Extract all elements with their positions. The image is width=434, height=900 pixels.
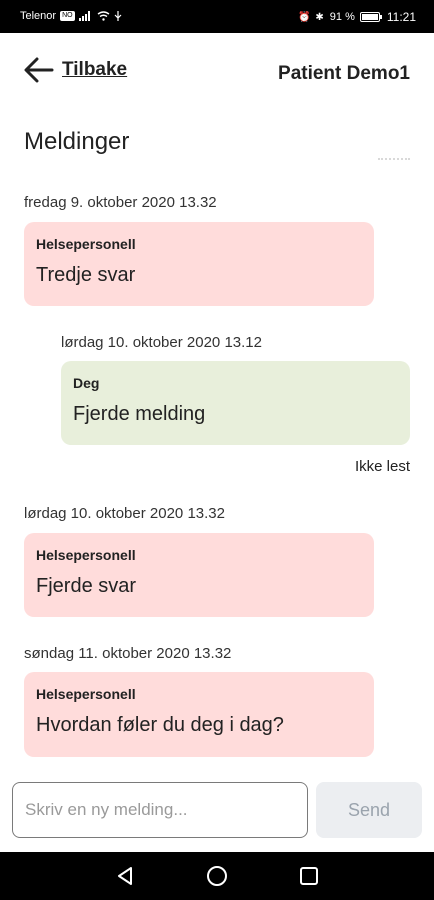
status-bar: Telenor NO ⏰ ✱ 91 % 11:21 (0, 0, 434, 33)
message-sender: Helsepersonell (36, 236, 136, 252)
carrier-badge: NO (60, 11, 75, 21)
message-bubble: Deg Fjerde melding (61, 361, 410, 445)
app-header: Tilbake Patient Demo1 (0, 33, 434, 113)
recents-square-icon[interactable] (297, 864, 321, 888)
message-input[interactable] (12, 782, 308, 838)
page-title: Meldinger (24, 128, 130, 155)
message-text: Fjerde melding (73, 403, 206, 425)
message-bubble: Helsepersonell Tredje svar (24, 222, 374, 306)
back-button[interactable]: Tilbake (24, 57, 127, 83)
system-nav-bar (0, 852, 434, 900)
home-circle-icon[interactable] (205, 864, 229, 888)
message-text: Tredje svar (36, 264, 136, 286)
message-text: Fjerde svar (36, 575, 137, 597)
signal-icon (78, 11, 90, 21)
status-right: ⏰ ✱ 91 % 11:21 (298, 10, 416, 24)
status-time: 11:21 (386, 10, 416, 24)
patient-name: Patient Demo1 (278, 63, 410, 84)
usb-icon (114, 11, 122, 21)
send-button[interactable]: Send (316, 782, 422, 838)
read-status: Ikke lest (354, 458, 410, 475)
carrier-name: Telenor (20, 10, 57, 22)
message-bubble: Helsepersonell Hvordan føler du deg i da… (24, 672, 374, 757)
message-composer: Send (0, 780, 434, 852)
message-text: Hvordan føler du deg i dag? (36, 714, 284, 736)
message-sender: Helsepersonell (36, 547, 136, 563)
back-triangle-icon[interactable] (113, 864, 137, 888)
battery-icon (359, 12, 382, 22)
battery-percentage: 91 % (329, 11, 355, 23)
status-left: Telenor NO (20, 10, 122, 22)
message-list[interactable]: fredag 9. oktober 2020 13.32 Helseperson… (0, 180, 434, 780)
arrow-left-icon (24, 57, 54, 83)
back-label[interactable]: Tilbake (62, 59, 127, 81)
message-timestamp: søndag 11. oktober 2020 13.32 (24, 645, 232, 662)
message-timestamp: lørdag 10. oktober 2020 13.12 (61, 334, 262, 351)
wifi-icon (97, 11, 109, 21)
alarm-bluetooth-icon: ⏰ ✱ (298, 11, 325, 23)
message-timestamp: fredag 9. oktober 2020 13.32 (24, 194, 217, 211)
message-sender: Helsepersonell (36, 686, 136, 702)
title-divider (378, 158, 410, 162)
message-bubble: Helsepersonell Fjerde svar (24, 533, 374, 617)
message-sender: Deg (73, 375, 100, 391)
message-timestamp: lørdag 10. oktober 2020 13.32 (24, 505, 225, 522)
